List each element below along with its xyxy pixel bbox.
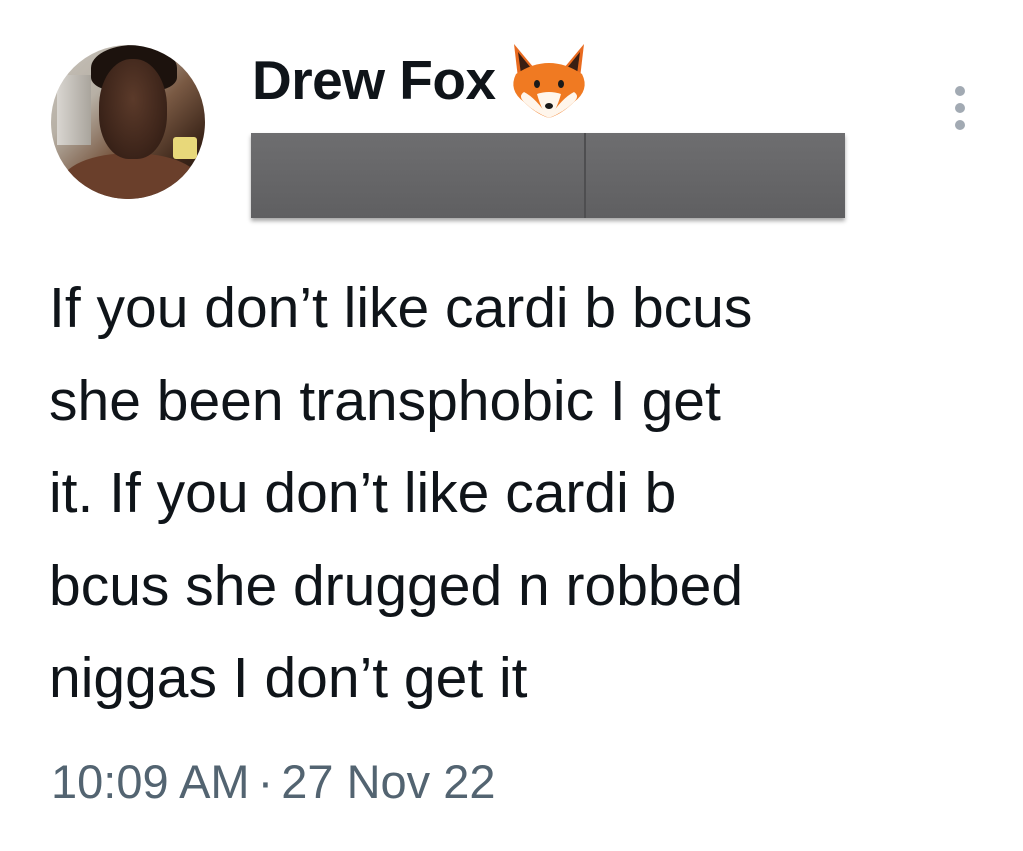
tweet-text-line: If you don’t like cardi b bcus	[49, 276, 753, 340]
redacted-handle-bar	[251, 133, 845, 218]
avatar-face	[99, 59, 167, 159]
author-row: Drew Fox	[252, 40, 594, 120]
avatar[interactable]	[51, 45, 205, 199]
redaction-seam	[584, 133, 586, 218]
avatar-shoulders	[61, 153, 201, 199]
tweet-timestamp[interactable]: 10:09 AM · 27 Nov 22	[51, 752, 496, 812]
tweet-text-line: she been transphobic I get	[49, 368, 721, 433]
tweet-text-line: niggas I don’t get it	[49, 646, 528, 710]
avatar-background	[57, 75, 91, 145]
tweet-time: 10:09 AM	[51, 755, 250, 808]
tweet-text-line: it. If you don’t like cardi b	[49, 461, 677, 525]
tweet-text-line: bcus she drugged n robbed	[49, 553, 744, 618]
tweet-text: If you don’t like cardi b bcus she been …	[49, 262, 989, 725]
fox-emoji-icon	[504, 38, 594, 122]
avatar-badge	[173, 137, 197, 159]
tweet-card: Drew Fox If you don’t like cardi b bcus …	[0, 0, 1023, 851]
tweet-date: 27 Nov 22	[281, 755, 496, 808]
more-vertical-icon[interactable]	[948, 83, 972, 133]
author-display-name[interactable]: Drew Fox	[252, 52, 496, 108]
meta-separator: ·	[257, 755, 274, 808]
